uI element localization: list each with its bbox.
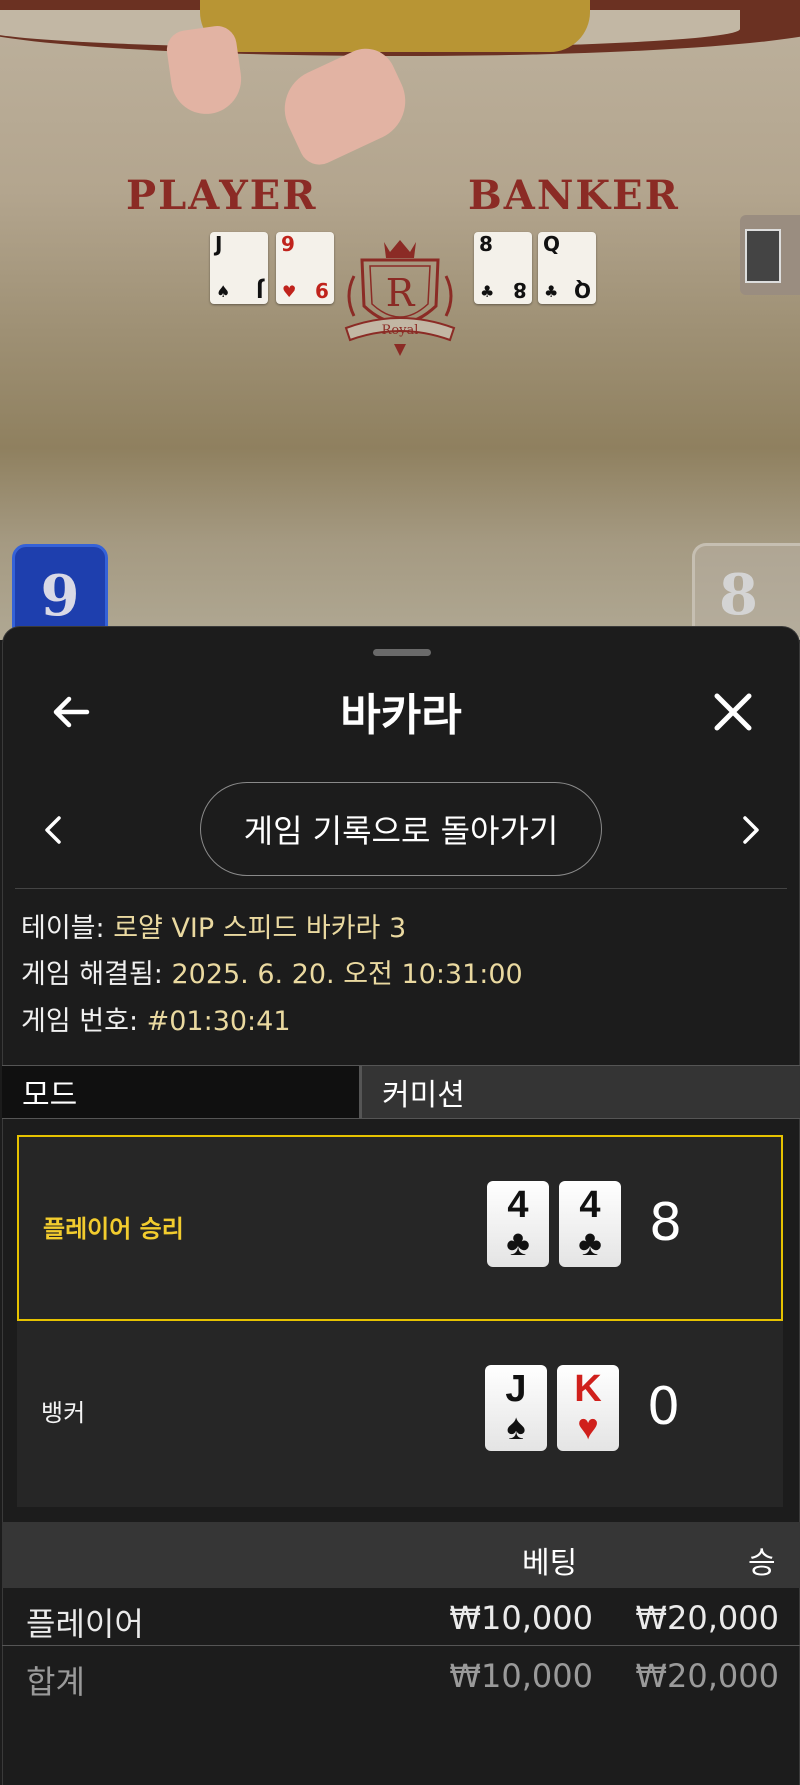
card-rank: 9 (281, 232, 295, 256)
card-suit: ♥ (282, 282, 297, 301)
felt-banker-label: BANKER (468, 172, 680, 219)
game-number-key: 게임 번호: (21, 1006, 147, 1037)
hand-total: 8 (649, 1193, 683, 1253)
card-rank: K (574, 1368, 602, 1410)
tab-commission[interactable]: 커미션 (362, 1066, 800, 1118)
card-suit: ♥ (577, 1406, 599, 1447)
table-card: J J ♠ (210, 232, 268, 304)
felt-player-label: PLAYER (126, 172, 318, 219)
win-column-header: 승 (748, 1546, 776, 1581)
card-rank: 9 (315, 278, 329, 302)
result-label: 플레이어 승리 (43, 1215, 184, 1243)
svg-text:Royal: Royal (382, 323, 419, 338)
next-game-button[interactable] (729, 805, 773, 855)
resolved-info: 게임 해결됨: 2025. 6. 20. 오전 10:31:00 (21, 958, 523, 992)
card-rank: J (215, 232, 223, 256)
result-label: 뱅커 (41, 1399, 86, 1427)
close-button[interactable] (703, 682, 763, 742)
previous-game-button[interactable] (31, 805, 75, 855)
total-win: ₩20,000 (635, 1657, 779, 1695)
card-suit: ♠ (216, 282, 231, 301)
win-amount: ₩20,000 (635, 1599, 779, 1637)
page-title: 바카라 (340, 690, 462, 741)
player-result-row: 플레이어 승리 4 ♣ 4 ♣ 8 (17, 1135, 783, 1321)
card-rank: 8 (479, 232, 493, 256)
card-rank: 4 (507, 1184, 529, 1226)
card-rank: Q (573, 278, 591, 302)
card-rank: 4 (579, 1184, 601, 1226)
hand-total: 0 (647, 1377, 681, 1437)
card-rank: J (255, 278, 263, 302)
card-rank: Q (543, 232, 561, 256)
total-label: 합계 (26, 1663, 85, 1701)
table-card: Q Q ♣ (538, 232, 596, 304)
svg-text:R: R (386, 271, 416, 315)
table-card: 8 8 ♣ (474, 232, 532, 304)
player-score: 9 (40, 563, 80, 629)
close-icon (714, 693, 752, 731)
bet-column-header: 베팅 (522, 1546, 578, 1581)
card-suit: ♣ (544, 282, 559, 301)
game-detail-sheet: 바카라 게임 기록으로 돌아가기 테이블: 로얄 VIP 스피드 바카라 3 게… (2, 626, 800, 1785)
live-video-feed: PLAYER BANKER J J ♠ 9 9 ♥ 8 8 ♣ Q Q ♣ R … (0, 0, 800, 640)
sheet-drag-handle[interactable] (373, 649, 431, 656)
playing-card: J ♠ (485, 1365, 547, 1451)
resolved-key: 게임 해결됨: (21, 959, 172, 990)
playing-card: 4 ♣ (487, 1181, 549, 1267)
table-row: 플레이어 ₩10,000 ₩20,000 (2, 1589, 800, 1646)
tab-mode[interactable]: 모드 (2, 1066, 362, 1118)
bet-name: 플레이어 (26, 1605, 144, 1643)
game-number-info: 게임 번호: #01:30:41 (21, 1005, 291, 1039)
resolved-value: 2025. 6. 20. 오전 10:31:00 (171, 959, 523, 990)
table-card: 9 9 ♥ (276, 232, 334, 304)
dealer (200, 0, 590, 52)
card-suit: ♣ (506, 1222, 530, 1263)
chevron-right-icon (743, 816, 759, 844)
chevron-left-icon (45, 816, 61, 844)
card-shoe (740, 215, 800, 295)
royal-crest-logo: R Royal (344, 240, 456, 356)
bet-amount: ₩10,000 (449, 1599, 593, 1637)
card-suit: ♠ (506, 1406, 526, 1447)
card-rank: J (505, 1368, 527, 1410)
total-row: 합계 ₩10,000 ₩20,000 (2, 1647, 800, 1703)
total-bet: ₩10,000 (449, 1657, 593, 1695)
playing-card: K ♥ (557, 1365, 619, 1451)
dealer-hand (164, 23, 246, 119)
banker-score: 8 (719, 562, 758, 628)
playing-card: 4 ♣ (559, 1181, 621, 1267)
divider (15, 888, 787, 889)
table-info: 테이블: 로얄 VIP 스피드 바카라 3 (21, 912, 406, 946)
banker-result-row: 뱅커 J ♠ K ♥ 0 (17, 1321, 783, 1507)
card-rank: 8 (513, 278, 527, 302)
table-key: 테이블: (21, 913, 114, 944)
mode-tabs: 모드 커미션 (2, 1065, 800, 1119)
card-suit: ♣ (480, 282, 495, 301)
table-value: 로얄 VIP 스피드 바카라 3 (113, 913, 407, 944)
card-suit: ♣ (578, 1222, 602, 1263)
bets-table-header: 베팅 승 (2, 1522, 800, 1588)
game-number-value: #01:30:41 (146, 1006, 291, 1037)
dealer-hand (271, 38, 419, 172)
back-to-history-button[interactable]: 게임 기록으로 돌아가기 (200, 782, 602, 876)
